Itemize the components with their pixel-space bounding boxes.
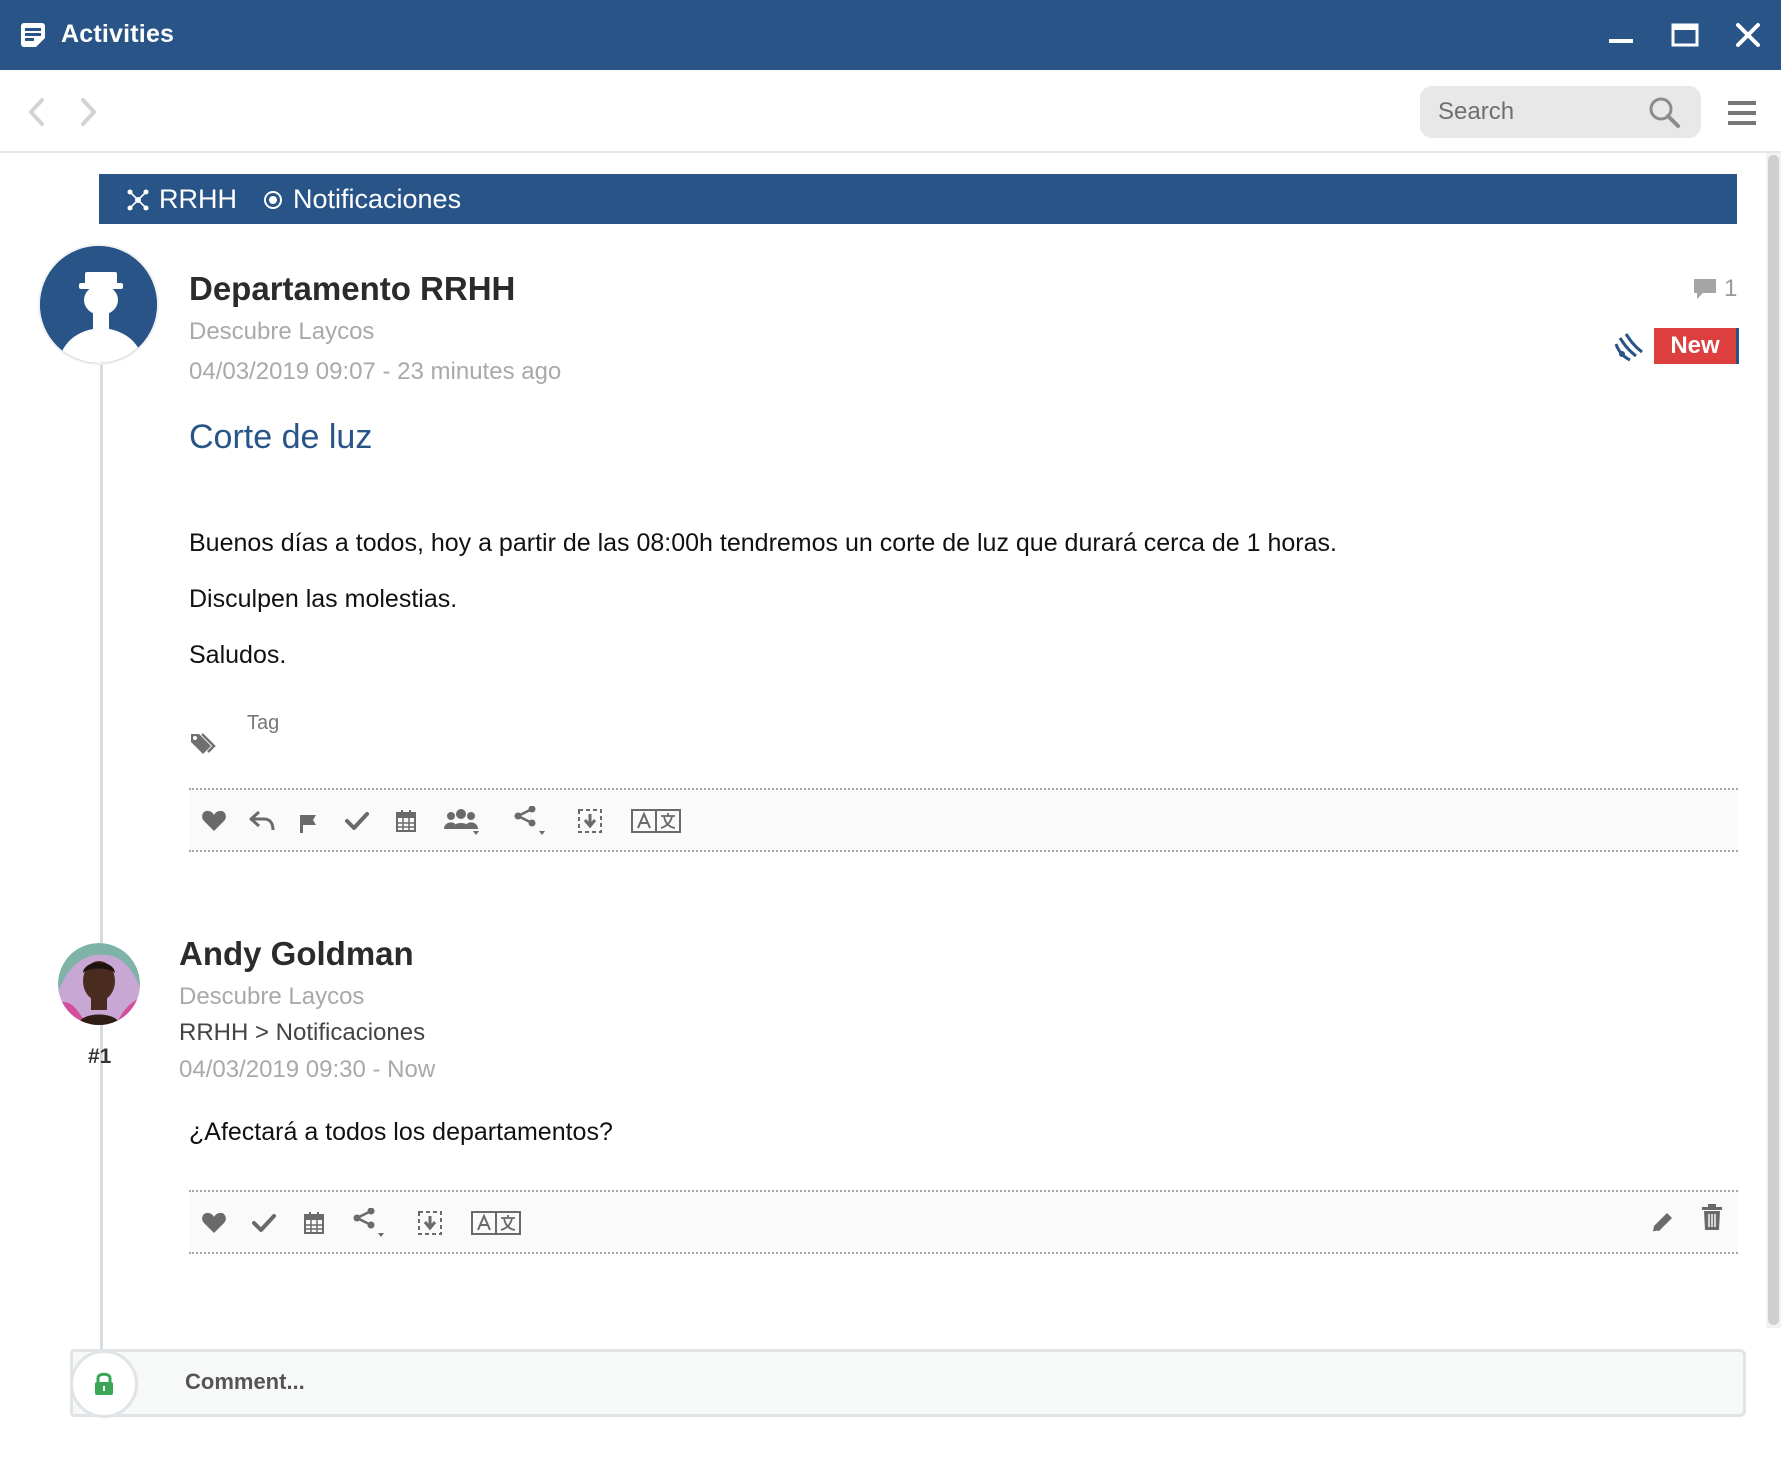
status-badge: New: [1654, 328, 1739, 364]
vertical-scrollbar[interactable]: [1766, 153, 1781, 1328]
search-box: [1420, 86, 1701, 138]
lock-open-icon: [95, 1372, 113, 1395]
check-icon[interactable]: [342, 806, 372, 836]
notes-icon: [21, 23, 45, 47]
post-body: Buenos días a todos, hoy a partir de las…: [189, 515, 1337, 683]
heart-icon[interactable]: [199, 806, 229, 836]
band-item-label: RRHH: [159, 184, 237, 214]
user-photo: [58, 943, 140, 1025]
tag-label[interactable]: Tag: [247, 712, 279, 735]
search-icon[interactable]: [1647, 95, 1681, 129]
download-icon[interactable]: [415, 1208, 445, 1238]
reply-number: #1: [88, 1045, 112, 1068]
avatar[interactable]: [58, 943, 140, 1025]
user-silhouette-icon: [40, 246, 157, 363]
band-item-notificaciones[interactable]: Notificaciones: [263, 184, 461, 215]
timeline-line: [100, 330, 103, 1350]
post-paragraph: Disculpen las molestias.: [189, 585, 458, 613]
flag-icon[interactable]: [293, 806, 323, 836]
post-date: 04/03/2019 09:07 - 23 minutes ago: [189, 358, 562, 385]
hamburger-menu-icon[interactable]: [1727, 98, 1757, 128]
reply-path[interactable]: RRHH > Notificaciones: [179, 1019, 425, 1047]
trash-icon[interactable]: [1697, 1202, 1727, 1232]
post-paragraph: Buenos días a todos, hoy a partir de las…: [189, 529, 1337, 557]
calendar-icon[interactable]: [299, 1208, 329, 1238]
post-status: New: [1614, 328, 1739, 364]
reply-date: 04/03/2019 09:30 - Now: [179, 1056, 436, 1083]
reply-author[interactable]: Andy Goldman: [179, 935, 414, 973]
post-author[interactable]: Departamento RRHH: [189, 270, 515, 308]
close-icon[interactable]: [1730, 17, 1766, 53]
post-title[interactable]: Corte de luz: [189, 418, 372, 457]
translate-icon[interactable]: [631, 806, 681, 836]
toolbar: [0, 70, 1781, 153]
share-icon[interactable]: [514, 806, 550, 836]
tags-icon[interactable]: [189, 730, 217, 756]
maximize-icon[interactable]: [1667, 17, 1703, 53]
reply-body: ¿Afectará a todos los departamentos?: [189, 1118, 613, 1146]
window-title: Activities: [61, 20, 175, 48]
band-item-rrhh[interactable]: RRHH: [127, 184, 237, 215]
reply-icon[interactable]: [247, 806, 277, 836]
comment-count[interactable]: 1: [1692, 275, 1737, 303]
network-icon: [127, 189, 149, 210]
comment-icon: [1694, 279, 1716, 299]
comment-count-value: 1: [1724, 275, 1738, 302]
comment-input[interactable]: [185, 1356, 1685, 1408]
band-item-label: Notificaciones: [293, 184, 462, 214]
check-icon[interactable]: [249, 1208, 279, 1238]
group-icon[interactable]: [443, 806, 483, 836]
privacy-toggle[interactable]: [70, 1350, 138, 1418]
window-title-bar: Activities: [0, 0, 1781, 70]
post-paragraph: Saludos.: [189, 641, 287, 669]
broadcast-icon: [1614, 333, 1643, 362]
share-icon[interactable]: [353, 1208, 389, 1238]
reply-action-bar: [189, 1190, 1738, 1254]
post-action-bar: [189, 788, 1738, 852]
minimize-icon[interactable]: [1603, 17, 1639, 53]
download-icon[interactable]: [575, 806, 605, 836]
avatar[interactable]: [38, 244, 159, 365]
heart-icon[interactable]: [199, 1208, 229, 1238]
calendar-icon[interactable]: [391, 806, 421, 836]
edit-icon[interactable]: [1647, 1208, 1677, 1238]
chevron-left-icon[interactable]: [22, 95, 52, 129]
scrollbar-thumb[interactable]: [1768, 155, 1779, 1325]
post-organization: Descubre Laycos: [189, 318, 375, 345]
chevron-right-icon[interactable]: [73, 95, 103, 129]
search-input[interactable]: [1438, 86, 1638, 138]
translate-icon[interactable]: [471, 1208, 521, 1238]
reply-organization: Descubre Laycos: [179, 983, 365, 1010]
context-band: RRHH Notificaciones: [99, 174, 1737, 224]
radio-dot-icon: [264, 190, 282, 209]
